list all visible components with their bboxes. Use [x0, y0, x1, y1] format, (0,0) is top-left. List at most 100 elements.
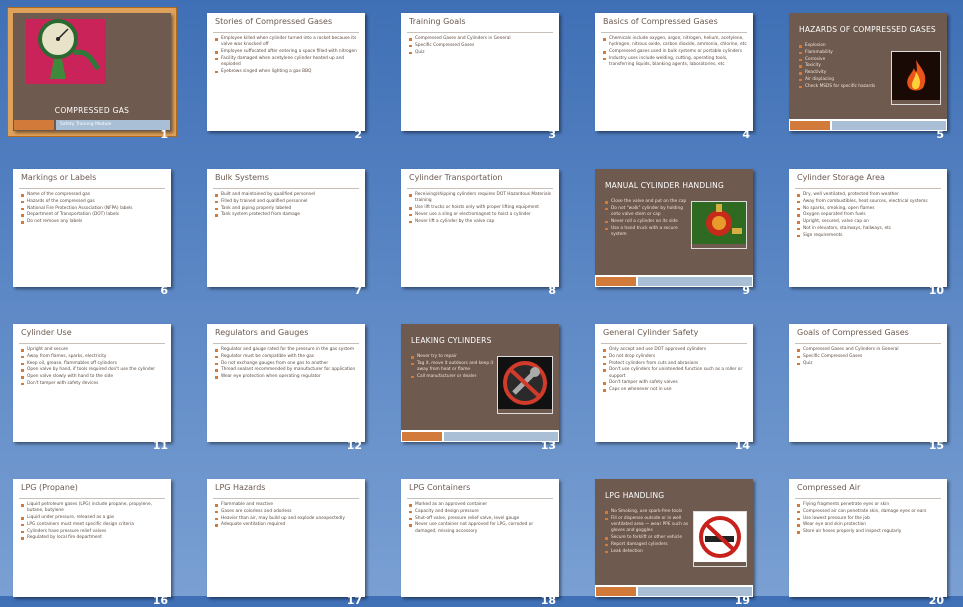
slide-thumbnail-1[interactable]: COMPRESSED GAS Safety Training Module 1: [0, 0, 177, 141]
slide-title: LPG (Propane): [21, 483, 78, 492]
bullet-item: Oxygen separated from fuels: [797, 212, 941, 218]
bullet-item: Open valve by hand, if tools required do…: [21, 367, 165, 373]
slide-canvas[interactable]: LPG (Propane) Liquid petroleum gases (LPG…: [13, 479, 171, 597]
bullet-item: Liquid under pressure, released as a gas: [21, 515, 165, 521]
slide-canvas[interactable]: Goals of Compressed Gases Compressed Gase…: [789, 324, 947, 442]
slide-body: Flammable and reactive Gases are colorles…: [215, 502, 359, 529]
bullet-item: Compressed Gases and Cylinders in Genera…: [797, 347, 941, 353]
slide-thumbnail-11[interactable]: Cylinder Use Upright and secure Away from …: [0, 311, 172, 452]
no-wrench-photo: [497, 356, 553, 414]
slide-thumbnail-16[interactable]: LPG (Propane) Liquid petroleum gases (LPG…: [0, 466, 172, 607]
slide-body: Never try to repair Tag it, move it outdo…: [411, 354, 499, 381]
slide-canvas[interactable]: Regulators and Gauges Regulator and gauge…: [207, 324, 365, 442]
slide-canvas[interactable]: Cylinder Transportation Receiving/shippin…: [401, 169, 559, 287]
slide-body: Built and maintained by qualified person…: [215, 192, 359, 219]
slide-thumbnail-5[interactable]: HAZARDS OF COMPRESSED GASES Explosion Flam…: [776, 0, 948, 141]
no-smoking-photo: [693, 511, 747, 567]
bullet-item: Name of the compressed gas: [21, 192, 165, 198]
slide-thumbnail-20[interactable]: Compressed Air Flying fragments penetrate…: [776, 466, 948, 607]
slide-canvas[interactable]: MANUAL CYLINDER HANDLING Close the valve …: [595, 169, 753, 287]
accent-bar: [14, 120, 54, 130]
slide-title: Cylinder Transportation: [409, 173, 503, 182]
bullet-item: National Fire Protection Association (NF…: [21, 206, 165, 212]
slide-canvas[interactable]: Markings or Labels Name of the compressed…: [13, 169, 171, 287]
slide-body: Employee killed when cylinder turned int…: [215, 36, 359, 76]
slide-body: Compressed Gases and Cylinders in Genera…: [409, 36, 553, 56]
bullet-item: Don't use cylinders for unintended funct…: [603, 367, 747, 380]
bullet-item: Air displacing: [799, 77, 887, 83]
slide-thumbnail-17[interactable]: LPG Hazards Flammable and reactive Gases a…: [194, 466, 366, 607]
slide-canvas[interactable]: Cylinder Storage Area Dry, well ventilate…: [789, 169, 947, 287]
bullet-item: Never lift a cylinder by the valve cap: [409, 219, 553, 225]
bullet-item: Sign requirements: [797, 233, 941, 239]
slide-thumbnail-9[interactable]: MANUAL CYLINDER HANDLING Close the valve …: [582, 156, 754, 297]
slide-number: 11: [152, 439, 168, 452]
slide-body: Receiving/shipping cylinders requires DO…: [409, 192, 553, 225]
slide-title: Regulators and Gauges: [215, 328, 309, 337]
slide-thumbnail-15[interactable]: Goals of Compressed Gases Compressed Gase…: [776, 311, 948, 452]
bullet-item: Check MSDS for specific hazards: [799, 84, 887, 90]
title-divider: [213, 343, 359, 344]
slide-thumbnail-3[interactable]: Training Goals Compressed Gases and Cylin…: [388, 0, 560, 141]
slide-number: 6: [160, 284, 168, 297]
slide-canvas[interactable]: LPG Hazards Flammable and reactive Gases a…: [207, 479, 365, 597]
slide-canvas[interactable]: LPG HANDLING No Smoking, use spark-free t…: [595, 479, 753, 597]
slide-thumbnail-18[interactable]: LPG Containers Marked as an approved cont…: [388, 466, 560, 607]
bullet-item: Industry uses include welding, cutting, …: [603, 56, 747, 69]
slide-canvas[interactable]: COMPRESSED GAS Safety Training Module: [13, 13, 171, 131]
bullet-item: Hazards of the compressed gas: [21, 199, 165, 205]
slide-canvas[interactable]: LEAKING CYLINDERS Never try to repair Tag …: [401, 324, 559, 442]
slide-canvas[interactable]: LPG Containers Marked as an approved cont…: [401, 479, 559, 597]
bullet-item: Specific Compressed Gases: [409, 43, 553, 49]
slide-canvas[interactable]: Stories of Compressed Gases Employee kill…: [207, 13, 365, 131]
bullet-item: Quiz: [797, 361, 941, 367]
bullet-item: Use a hand truck with a secure system: [605, 226, 693, 239]
slide-thumbnail-13[interactable]: LEAKING CYLINDERS Never try to repair Tag …: [388, 311, 560, 452]
bullet-item: Compressed gases used in bulk systems or…: [603, 49, 747, 55]
slide-canvas[interactable]: Compressed Air Flying fragments penetrate…: [789, 479, 947, 597]
slide-number: 4: [742, 128, 750, 141]
slide-thumbnail-8[interactable]: Cylinder Transportation Receiving/shippin…: [388, 156, 560, 297]
bullet-item: Protect cylinders from cuts and abrasion…: [603, 361, 747, 367]
slide-body: Dry, well ventilated, protected from wea…: [797, 192, 941, 240]
gauge-photo: [26, 19, 106, 84]
slide-thumbnail-7[interactable]: Bulk Systems Built and maintained by qual…: [194, 156, 366, 297]
slide-canvas[interactable]: HAZARDS OF COMPRESSED GASES Explosion Flam…: [789, 13, 947, 131]
slide-thumbnail-19[interactable]: LPG HANDLING No Smoking, use spark-free t…: [582, 466, 754, 607]
bullet-item: Wear eye protection when operating regul…: [215, 374, 359, 380]
slide-title: Cylinder Storage Area: [797, 173, 885, 182]
slide-canvas[interactable]: Basics of Compressed Gases Chemicals incl…: [595, 13, 753, 131]
slide-thumbnail-2[interactable]: Stories of Compressed Gases Employee kill…: [194, 0, 366, 141]
slide-thumbnail-10[interactable]: Cylinder Storage Area Dry, well ventilate…: [776, 156, 948, 297]
slide-canvas[interactable]: Training Goals Compressed Gases and Cylin…: [401, 13, 559, 131]
bullet-item: Marked as an approved container: [409, 502, 553, 508]
slide-canvas[interactable]: General Cylinder Safety Only accept and u…: [595, 324, 753, 442]
slide-thumbnail-4[interactable]: Basics of Compressed Gases Chemicals incl…: [582, 0, 754, 141]
bullet-item: Eyebrows singed when lighting a gas BBQ: [215, 69, 359, 75]
title-divider: [795, 188, 941, 189]
bullet-item: Never use a sling or electromagnet to ho…: [409, 212, 553, 218]
bullet-item: Reactivity: [799, 70, 887, 76]
slide-number: 12: [346, 439, 362, 452]
slide-thumbnail-6[interactable]: Markings or Labels Name of the compressed…: [0, 156, 172, 297]
slide-body: Only accept and use DOT approved cylinde…: [603, 347, 747, 394]
title-divider: [407, 32, 553, 33]
slide-body: Explosion Flammability Corrosive Toxicity Re…: [799, 43, 887, 91]
slide-thumbnail-12[interactable]: Regulators and Gauges Regulator and gauge…: [194, 311, 366, 452]
bullet-item: Capacity and design pressure: [409, 509, 553, 515]
slide-canvas[interactable]: Bulk Systems Built and maintained by qual…: [207, 169, 365, 287]
slide-body: Upright and secure Away from flames, spar…: [21, 347, 165, 388]
bullet-item: Chemicals include oxygen, argon, nitroge…: [603, 36, 747, 49]
bullet-item: No Smoking, use spark-free tools: [605, 509, 693, 515]
bullet-item: Explosion: [799, 43, 887, 49]
bullet-item: Only accept and use DOT approved cylinde…: [603, 347, 747, 353]
bullet-item: Away from combustibles, heat sources, el…: [797, 199, 941, 205]
bullet-item: Compressed Gases and Cylinders in Genera…: [409, 36, 553, 42]
slide-thumbnail-14[interactable]: General Cylinder Safety Only accept and u…: [582, 311, 754, 452]
bullet-item: Do not "walk" cylinder by holding onto v…: [605, 206, 693, 219]
slide-title: LEAKING CYLINDERS: [411, 336, 492, 345]
slide-number: 7: [354, 284, 362, 297]
bullet-item: Tag it, move it outdoors and keep it awa…: [411, 361, 499, 374]
slide-number: 13: [540, 439, 556, 452]
slide-canvas[interactable]: Cylinder Use Upright and secure Away from …: [13, 324, 171, 442]
